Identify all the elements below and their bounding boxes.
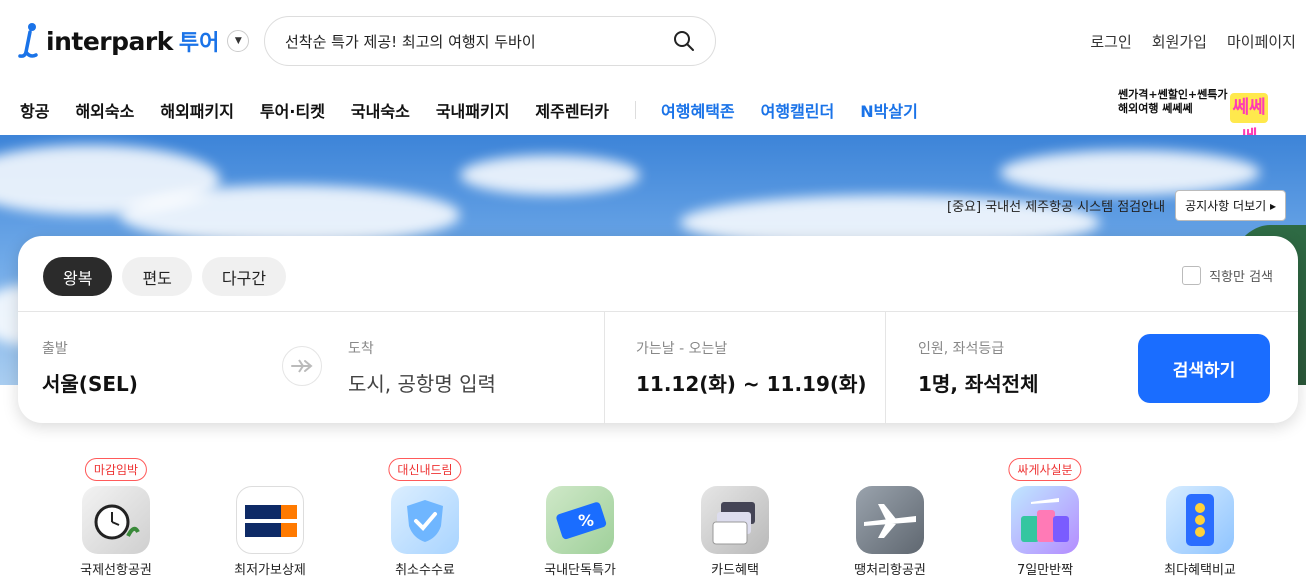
quick-item-label: 땡처리항공권	[854, 563, 926, 578]
nav-item-domestic-package[interactable]: 국내패키지	[436, 98, 510, 122]
logo-sub: 투어	[178, 31, 220, 56]
destination-input[interactable]: 도시, 공항명 입력	[348, 368, 496, 397]
svg-text:%: %	[578, 511, 594, 530]
search-icon[interactable]	[673, 30, 695, 52]
destination-label: 도착	[348, 341, 374, 357]
passenger-value: 1명, 좌석전체	[918, 372, 1039, 396]
status-badge: 대신내드림	[388, 458, 462, 481]
nav-item-overseas-hotel[interactable]: 해외숙소	[75, 98, 134, 122]
airplane-icon	[856, 486, 924, 554]
notice-bar: [중요] 국내선 제주항공 시스템 점검안내 공지사항 더보기 ▸	[947, 190, 1286, 221]
origin-value: 서울(SEL)	[42, 372, 138, 396]
quick-item-label: 국제선항공권	[80, 563, 152, 578]
trip-type-tabs: 왕복 편도 다구간	[43, 257, 287, 296]
promo-banner[interactable]: 쎈가격+쎈할인+쎈특가 해외여행 쎄쎄쎄 쎄쎄쎄	[1118, 88, 1278, 148]
nav-item-n-stay[interactable]: N박살기	[860, 98, 918, 122]
lowest-price-icon	[236, 486, 304, 554]
date-field[interactable]: 가는날 - 오는날 11.12(화) ~ 11.19(화)	[636, 312, 886, 424]
quick-item-label: 7일만반짝	[1016, 563, 1074, 578]
search-button[interactable]: 검색하기	[1138, 334, 1270, 403]
nav-item-tour-ticket[interactable]: 투어·티켓	[260, 98, 325, 122]
date-label: 가는날 - 오는날	[636, 341, 728, 357]
tab-round-trip[interactable]: 왕복	[43, 257, 113, 296]
header: interpark 투어 ▼ 선착순 특가 제공! 최고의 여행지 두바이 로그…	[0, 0, 1306, 148]
nav-divider	[635, 101, 637, 119]
search-input[interactable]: 선착순 특가 제공! 최고의 여행지 두바이	[285, 31, 673, 52]
nav-item-jeju-rentcar[interactable]: 제주렌터카	[535, 98, 609, 122]
mypage-link[interactable]: 마이페이지	[1227, 31, 1296, 52]
promo-badge: 쎄쎄쎄	[1230, 93, 1268, 148]
date-value: 11.12(화) ~ 11.19(화)	[636, 372, 867, 396]
alarm-clock-icon	[82, 486, 150, 554]
travel-collage-icon	[1011, 486, 1079, 554]
logo[interactable]: interpark 투어 ▼	[16, 22, 250, 60]
quick-menu: 마감임박 국제선항공권 최저가보상제 대신내드림 취소수수료 % 국내단독특가 …	[0, 455, 1306, 585]
status-badge: 마감임박	[84, 458, 148, 481]
quick-item-label: 취소수수료	[395, 563, 455, 578]
promo-text: 쎈가격+쎈할인+쎈특가 해외여행 쎄쎄쎄	[1118, 88, 1228, 116]
phone-coins-icon	[1166, 486, 1234, 554]
direct-only-checkbox[interactable]	[1182, 266, 1202, 285]
origin-label: 출발	[42, 341, 68, 357]
notice-more-button[interactable]: 공지사항 더보기 ▸	[1175, 190, 1286, 221]
signup-link[interactable]: 회원가입	[1152, 31, 1207, 52]
util-menu: 로그인 회원가입 마이페이지	[1090, 31, 1296, 52]
nav-item-domestic-hotel[interactable]: 국내숙소	[351, 98, 410, 122]
field-divider	[885, 312, 886, 424]
tab-multi-city[interactable]: 다구간	[201, 257, 287, 296]
chevron-down-icon[interactable]: ▼	[227, 30, 250, 52]
quick-item-label: 국내단독특가	[544, 563, 616, 578]
nav-item-overseas-package[interactable]: 해외패키지	[160, 98, 234, 122]
quick-item-label: 카드혜택	[711, 563, 759, 578]
origin-field[interactable]: 출발 서울(SEL)	[42, 312, 282, 424]
shield-check-icon	[391, 486, 459, 554]
direct-only-label: 직항만 검색	[1209, 270, 1273, 285]
passenger-label: 인원, 좌석등급	[918, 341, 1005, 357]
search-bar[interactable]: 선착순 특가 제공! 최고의 여행지 두바이	[264, 16, 716, 66]
cloud-decoration	[460, 155, 640, 195]
logo-text: interpark	[46, 26, 173, 56]
field-divider	[604, 312, 605, 424]
status-badge: 싸게사실분	[1008, 458, 1082, 481]
cloud-decoration	[1000, 150, 1260, 195]
destination-field[interactable]: 도착 도시, 공항명 입력	[348, 312, 598, 424]
nav-item-benefit-zone[interactable]: 여행혜택존	[661, 98, 735, 122]
main-nav: 항공 해외숙소 해외패키지 투어·티켓 국내숙소 국내패키지 제주렌터카 여행혜…	[20, 98, 944, 122]
promo-line2: 해외여행 쎄쎄쎄	[1118, 102, 1193, 115]
credit-card-icon	[701, 486, 769, 554]
login-link[interactable]: 로그인	[1090, 31, 1131, 52]
passenger-field[interactable]: 인원, 좌석등급 1명, 좌석전체	[918, 312, 1118, 424]
direct-only-toggle[interactable]: 직항만 검색	[1182, 266, 1273, 285]
quick-item-label: 최저가보상제	[234, 563, 306, 578]
search-fields: 출발 서울(SEL) 도착 도시, 공항명 입력 가는날 - 오는날 11.12…	[18, 311, 1298, 424]
nav-item-travel-calendar[interactable]: 여행캘린더	[761, 98, 835, 122]
promo-line1: 쎈가격+쎈할인+쎈특가	[1118, 88, 1228, 101]
tab-one-way[interactable]: 편도	[122, 257, 192, 296]
logo-icon	[18, 23, 38, 58]
flight-search-panel: 왕복 편도 다구간 직항만 검색 출발 서울(SEL) 도착 도시, 공항명 입…	[18, 236, 1298, 424]
quick-item-label: 최다혜택비교	[1164, 563, 1236, 578]
coupon-icon: %	[546, 486, 614, 554]
notice-text[interactable]: [중요] 국내선 제주항공 시스템 점검안내	[947, 196, 1165, 215]
airplane-icon	[291, 359, 313, 373]
swap-airplane-icon[interactable]	[282, 346, 322, 386]
nav-item-flight[interactable]: 항공	[20, 98, 49, 122]
